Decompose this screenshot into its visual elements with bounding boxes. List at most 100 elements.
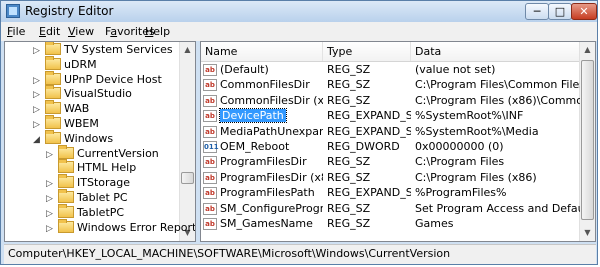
expanded-arrow-icon[interactable]: ◢ xyxy=(33,132,43,148)
string-value-icon: ab xyxy=(203,110,217,123)
value-data: (value not set) xyxy=(415,63,496,76)
folder-icon xyxy=(45,55,61,70)
value-type: REG_SZ xyxy=(327,93,371,107)
list-row[interactable]: abMediaPathUnexpanded REG_EXPAND_SZ %Syste… xyxy=(201,124,580,140)
maximize-button[interactable]: □ xyxy=(548,3,572,20)
column-header-data[interactable]: Data xyxy=(411,42,580,61)
list-row[interactable]: 011OEM_Reboot REG_DWORD 0x00000000 (0) xyxy=(201,139,580,155)
folder-icon xyxy=(58,159,74,174)
value-type: REG_DWORD xyxy=(327,140,400,153)
folder-icon xyxy=(58,174,74,189)
value-name: MediaPathUnexpanded xyxy=(220,124,323,138)
value-name: DevicePath xyxy=(219,108,287,124)
scroll-down-arrow-icon[interactable]: ▼ xyxy=(580,225,595,241)
scroll-up-arrow-icon[interactable]: ▲ xyxy=(180,42,195,58)
value-data: Set Program Access and Defaults xyxy=(415,201,580,215)
tree-item-label: ITStorage xyxy=(77,176,131,190)
list-row[interactable]: abSM_ConfigurePrograms REG_SZ Set Program … xyxy=(201,201,580,217)
value-data: %SystemRoot%\INF xyxy=(415,109,524,123)
folder-icon xyxy=(45,129,61,144)
value-data: %ProgramFiles% xyxy=(415,186,507,200)
close-button[interactable]: ✕ xyxy=(571,3,597,20)
title-bar[interactable]: Registry Editor ─ □ ✕ xyxy=(1,1,597,22)
menu-view[interactable]: View xyxy=(68,25,94,38)
menu-help[interactable]: Help xyxy=(145,25,170,38)
list-header: Name Type Data xyxy=(201,42,580,62)
scroll-thumb[interactable] xyxy=(581,60,594,220)
value-name: SM_GamesName xyxy=(220,217,313,230)
value-name: OEM_Reboot xyxy=(220,140,290,153)
value-name: CommonFilesDir xyxy=(220,78,310,92)
expand-arrow-icon[interactable]: ▷ xyxy=(46,221,56,237)
string-value-icon: ab xyxy=(203,156,217,169)
tree-item-label: UPnP Device Host xyxy=(64,72,162,86)
list-row[interactable]: ab CommonFilesDir REG_SZ C:\Program Files\C… xyxy=(201,77,580,93)
tree-item[interactable]: ▷ WBEM xyxy=(33,115,99,132)
value-type: REG_SZ xyxy=(327,78,371,92)
menu-bar: File Edit View Favorites Help xyxy=(1,22,597,41)
folder-icon xyxy=(58,189,74,203)
list-row[interactable]: ab ProgramFilesPath REG_EXPAND_SZ %ProgramF… xyxy=(201,185,580,201)
value-type: REG_SZ xyxy=(327,170,371,184)
tree-item-label: Windows xyxy=(64,131,114,145)
value-data: C:\Program Files (x86)\Common Files xyxy=(415,93,580,107)
tree-item[interactable]: ▷ Windows Error Reporting xyxy=(46,218,196,237)
value-name: SM_ConfigurePrograms xyxy=(220,201,323,215)
tree-item-label: HTML Help xyxy=(77,161,137,175)
folder-icon xyxy=(45,100,61,115)
binary-value-icon: 011 xyxy=(203,141,219,153)
menu-edit[interactable]: Edit xyxy=(39,25,60,38)
tree-item-label: Tablet PC xyxy=(77,191,128,204)
minimize-button[interactable]: ─ xyxy=(525,3,549,20)
string-value-icon: ab xyxy=(203,202,217,215)
tree-item-label: uDRM xyxy=(64,57,97,71)
registry-editor-window: Registry Editor ─ □ ✕ File Edit View Favori… xyxy=(0,0,598,265)
registry-key-tree[interactable]: ▲ ▼ ▷ TV System Services uDRM ▷ UPnP Device … xyxy=(4,41,196,242)
window-title: Registry Editor xyxy=(25,4,114,18)
list-row[interactable]: abProgramFilesDir (x86) REG_SZ C:\Program … xyxy=(201,170,580,186)
value-type: REG_EXPAND_SZ xyxy=(327,186,411,200)
string-value-icon: ab xyxy=(203,125,217,138)
registry-editor-icon xyxy=(6,4,20,18)
string-value-icon: ab xyxy=(203,94,217,107)
value-type: REG_SZ xyxy=(327,201,371,215)
tree-item-label: WAB xyxy=(64,102,90,116)
value-name: ProgramFilesDir (x86) xyxy=(220,170,323,184)
column-header-name[interactable]: Name xyxy=(201,42,323,61)
status-bar: Computer\HKEY_LOCAL_MACHINE\SOFTWARE\Mic… xyxy=(4,244,596,264)
registry-values-list[interactable]: Name Type Data ▲ ▼ ab (Default) REG_SZ (val… xyxy=(200,41,596,242)
value-data: C:\Program Files (x86) xyxy=(415,170,537,184)
list-vertical-scrollbar[interactable]: ▲ ▼ xyxy=(579,42,595,241)
string-value-icon: ab xyxy=(203,187,217,200)
list-row[interactable]: ab SM_GamesName REG_SZ Games xyxy=(201,216,580,232)
folder-icon xyxy=(45,70,61,85)
value-name: CommonFilesDir (x86) xyxy=(220,93,323,107)
value-data: %SystemRoot%\Media xyxy=(415,124,539,138)
tree-item-label: Windows Error Reporting xyxy=(77,220,196,234)
tree-item[interactable]: ▷ WAB xyxy=(33,100,90,117)
tree-item[interactable]: uDRM xyxy=(33,55,97,73)
string-value-icon: ab xyxy=(203,79,217,92)
folder-icon xyxy=(45,115,61,129)
list-row[interactable]: abCommonFilesDir (x86) REG_SZ C:\Program F… xyxy=(201,93,580,109)
menu-file[interactable]: File xyxy=(7,25,25,38)
value-data: 0x00000000 (0) xyxy=(415,140,504,153)
tree-item[interactable]: ◢ Windows xyxy=(33,129,114,148)
list-row[interactable]: ab DevicePath REG_EXPAND_SZ %SystemRoot%\IN… xyxy=(201,108,580,124)
column-header-type[interactable]: Type xyxy=(323,42,411,61)
folder-icon xyxy=(58,144,74,159)
value-name: (Default) xyxy=(220,63,269,76)
tree-item-label: TabletPC xyxy=(77,205,125,219)
value-type: REG_SZ xyxy=(327,217,371,230)
scroll-thumb[interactable] xyxy=(181,172,194,184)
folder-icon xyxy=(45,85,61,100)
tree-item-label: VisualStudio xyxy=(64,87,132,101)
list-row[interactable]: ab (Default) REG_SZ (value not set) xyxy=(201,62,580,78)
list-row[interactable]: ab ProgramFilesDir REG_SZ C:\Program Files xyxy=(201,154,580,170)
string-value-icon: ab xyxy=(203,64,217,76)
string-value-icon: ab xyxy=(203,218,217,230)
scroll-up-arrow-icon[interactable]: ▲ xyxy=(580,42,595,58)
tree-vertical-scrollbar[interactable]: ▲ ▼ xyxy=(179,42,195,241)
value-type: REG_SZ xyxy=(327,155,371,169)
value-type: REG_EXPAND_SZ xyxy=(327,109,411,123)
